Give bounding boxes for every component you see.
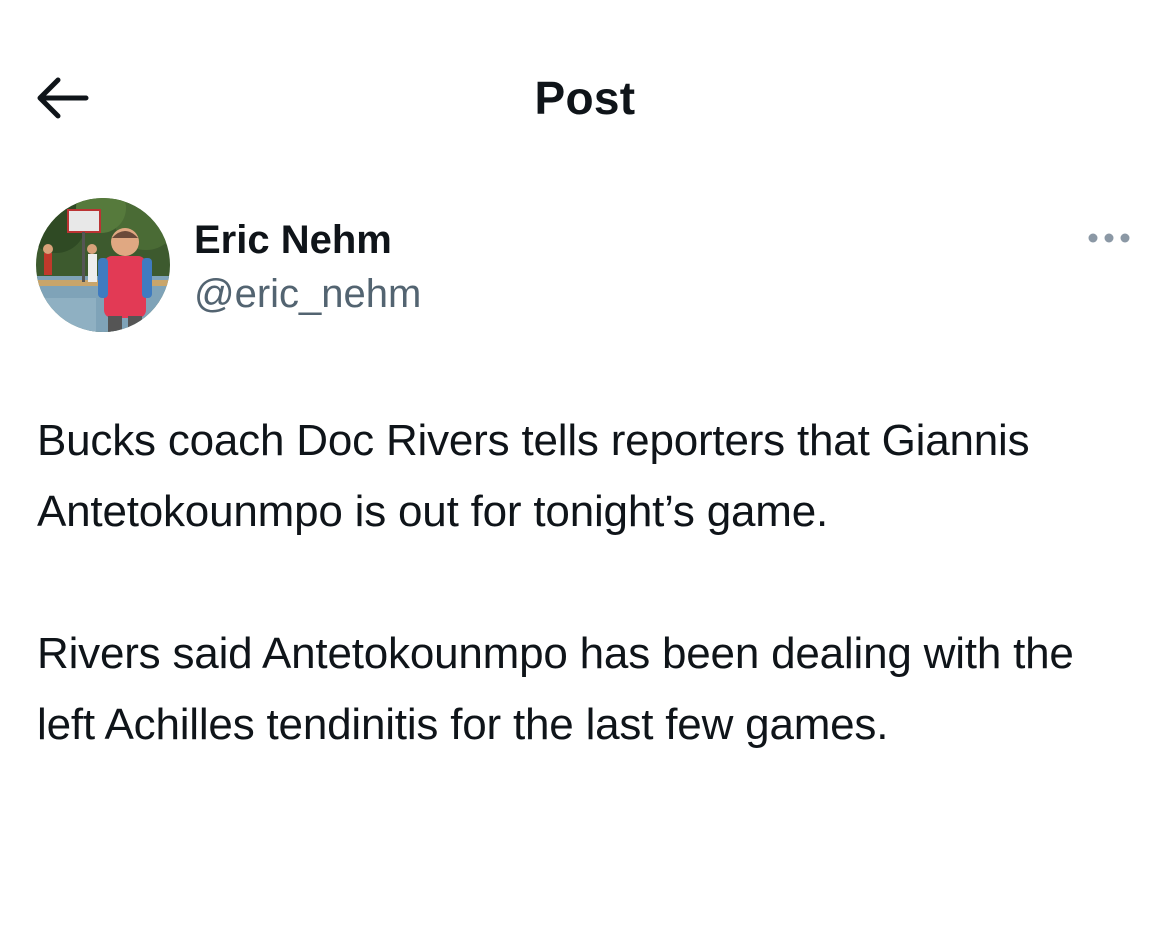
- post-paragraph: Bucks coach Doc Rivers tells reporters t…: [37, 416, 1030, 536]
- top-bar: Post: [0, 0, 1170, 190]
- author-handle[interactable]: @eric_nehm: [194, 270, 421, 318]
- author-name[interactable]: Eric Nehm: [194, 216, 392, 264]
- more-options-button[interactable]: [1081, 220, 1137, 256]
- profile-photo: [36, 198, 170, 332]
- post-author: Eric Nehm @eric_nehm: [36, 198, 1136, 338]
- post-body: Bucks coach Doc Rivers tells reporters t…: [37, 405, 1137, 760]
- page-title: Post: [534, 72, 636, 124]
- post-paragraph: Rivers said Antetokounmpo has been deali…: [37, 629, 1074, 749]
- ellipsis-icon: [1088, 233, 1130, 243]
- avatar[interactable]: [36, 198, 170, 332]
